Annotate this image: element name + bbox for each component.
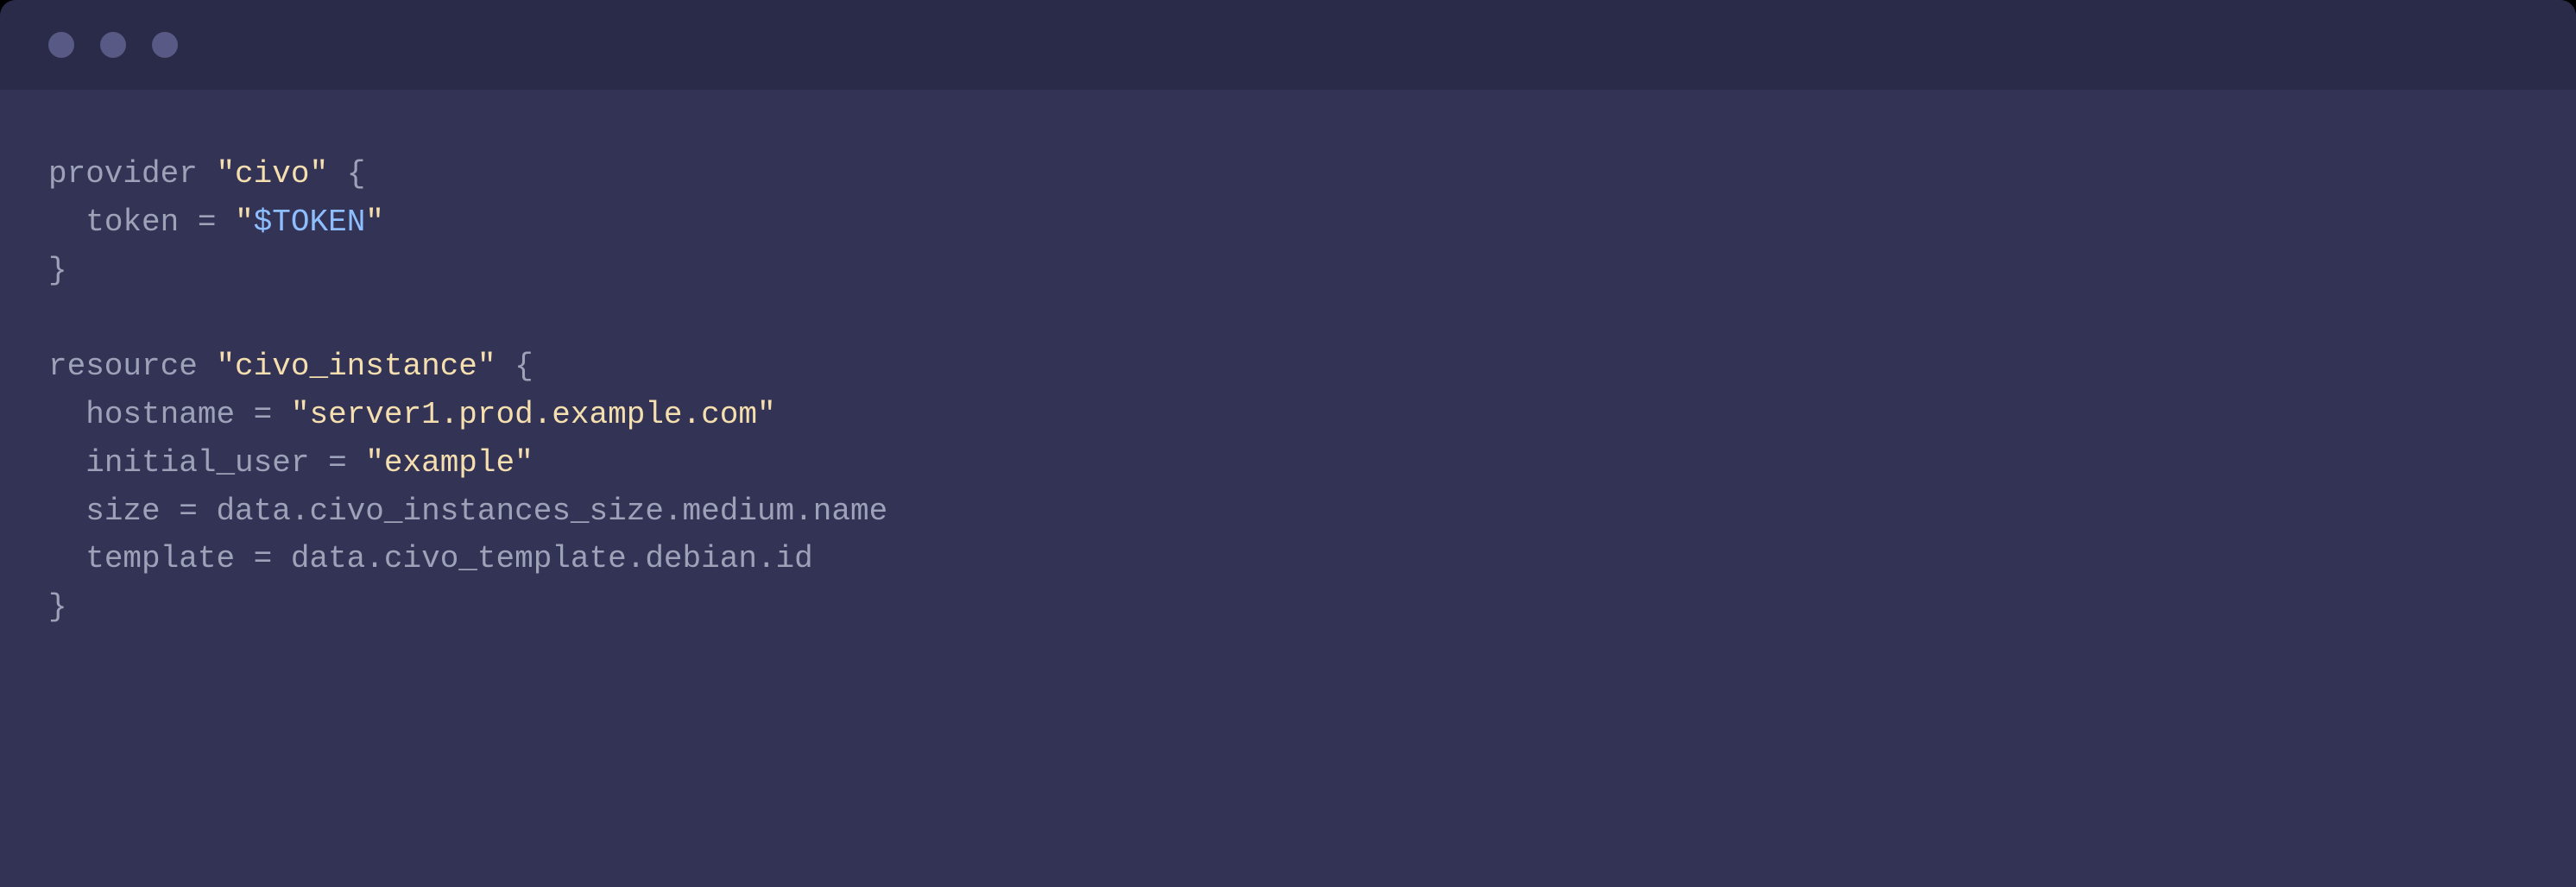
string-quote: " bbox=[365, 204, 384, 240]
keyword-resource: resource bbox=[48, 349, 198, 384]
brace-close: } bbox=[48, 253, 67, 288]
traffic-light-zoom-icon[interactable] bbox=[152, 32, 178, 58]
hostname-value: "server1.prod.example.com" bbox=[291, 397, 776, 432]
brace-open: { bbox=[515, 349, 534, 384]
equals: = bbox=[235, 541, 291, 576]
attr-size: size bbox=[85, 494, 160, 529]
window-titlebar bbox=[0, 0, 2576, 90]
equals: = bbox=[179, 204, 235, 240]
traffic-light-minimize-icon[interactable] bbox=[100, 32, 126, 58]
string-quote: " bbox=[216, 156, 235, 192]
template-value: data.civo_template.debian.id bbox=[291, 541, 813, 576]
string-quote: " bbox=[216, 349, 235, 384]
equals: = bbox=[161, 494, 217, 529]
string-quote: " bbox=[235, 204, 254, 240]
attr-hostname: hostname bbox=[85, 397, 235, 432]
code-area: provider "civo" { token = "$TOKEN" } res… bbox=[0, 90, 2576, 887]
code-block: provider "civo" { token = "$TOKEN" } res… bbox=[48, 150, 2528, 632]
attr-template: template bbox=[85, 541, 235, 576]
initial-user-value: "example" bbox=[365, 445, 533, 481]
token-variable: $TOKEN bbox=[254, 204, 366, 240]
provider-name: civo bbox=[235, 156, 309, 192]
resource-name: civo_instance bbox=[235, 349, 477, 384]
equals: = bbox=[235, 397, 291, 432]
code-window: provider "civo" { token = "$TOKEN" } res… bbox=[0, 0, 2576, 887]
attr-token: token bbox=[85, 204, 179, 240]
string-quote: " bbox=[309, 156, 328, 192]
brace-close: } bbox=[48, 589, 67, 625]
brace-open: { bbox=[347, 156, 366, 192]
attr-initial-user: initial_user bbox=[85, 445, 309, 481]
size-value: data.civo_instances_size.medium.name bbox=[216, 494, 887, 529]
keyword-provider: provider bbox=[48, 156, 198, 192]
equals: = bbox=[309, 445, 365, 481]
string-quote: " bbox=[477, 349, 496, 384]
traffic-light-close-icon[interactable] bbox=[48, 32, 74, 58]
